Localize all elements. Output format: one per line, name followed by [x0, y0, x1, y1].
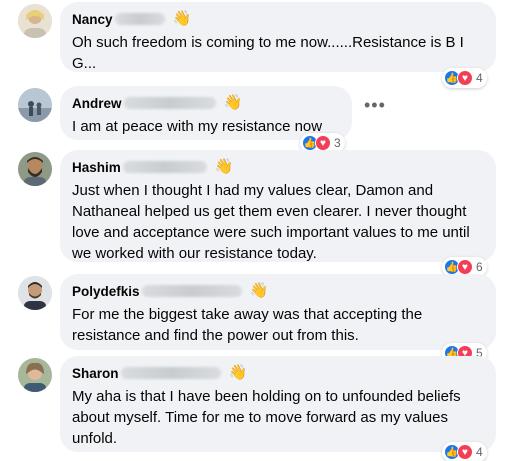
commenter-name[interactable]: Polydefkis: [72, 284, 140, 299]
comment-bubble: Nancy 👋 Oh such freedom is coming to me …: [60, 2, 496, 72]
comment-text: Just when I thought I had my values clea…: [72, 182, 470, 262]
reaction-count: 4: [476, 71, 483, 85]
comment-bubble: Sharon 👋 My aha is that I have been hold…: [60, 356, 496, 452]
redacted-name: [141, 285, 242, 297]
wave-icon: 👋: [223, 94, 243, 111]
love-reaction-icon: ♥: [457, 70, 473, 86]
commenter-name[interactable]: Andrew: [72, 96, 122, 111]
reaction-count: 3: [334, 136, 341, 150]
commenter-name[interactable]: Hashim: [72, 160, 121, 175]
comment-text: For me the biggest take away was that ac…: [72, 306, 423, 344]
redacted-name: [122, 161, 207, 173]
avatar[interactable]: [18, 152, 52, 186]
wave-icon: 👋: [214, 158, 234, 175]
reaction-summary[interactable]: 👍 ♥ 4: [442, 68, 487, 88]
redacted-name: [114, 13, 165, 25]
commenter-name[interactable]: Nancy: [72, 12, 113, 27]
avatar[interactable]: [18, 4, 52, 38]
reaction-count: 4: [476, 445, 483, 459]
love-reaction-icon: ♥: [457, 259, 473, 275]
more-options-icon[interactable]: •••: [364, 96, 386, 114]
comment-text: I am at peace with my resistance now: [72, 118, 323, 135]
comment-bubble: Hashim 👋 Just when I thought I had my va…: [60, 150, 496, 262]
comment-bubble: Polydefkis 👋 For me the biggest take awa…: [60, 274, 496, 350]
commenter-name[interactable]: Sharon: [72, 366, 119, 381]
avatar[interactable]: [18, 276, 52, 310]
love-reaction-icon: ♥: [315, 135, 331, 151]
comment-text: Oh such freedom is coming to me now.....…: [72, 34, 464, 72]
reaction-summary[interactable]: 👍 ♥ 4: [442, 442, 487, 461]
avatar[interactable]: [18, 358, 52, 392]
comment-bubble: Andrew 👋 I am at peace with my resistanc…: [60, 86, 352, 140]
love-reaction-icon: ♥: [457, 444, 473, 460]
redacted-name: [123, 97, 216, 109]
wave-icon: 👋: [249, 282, 269, 299]
wave-icon: 👋: [228, 364, 248, 381]
wave-icon: 👋: [172, 10, 192, 27]
redacted-name: [120, 367, 221, 379]
reaction-count: 6: [476, 260, 483, 274]
avatar[interactable]: [18, 88, 52, 122]
comment-text: My aha is that I have been holding on to…: [72, 388, 461, 447]
